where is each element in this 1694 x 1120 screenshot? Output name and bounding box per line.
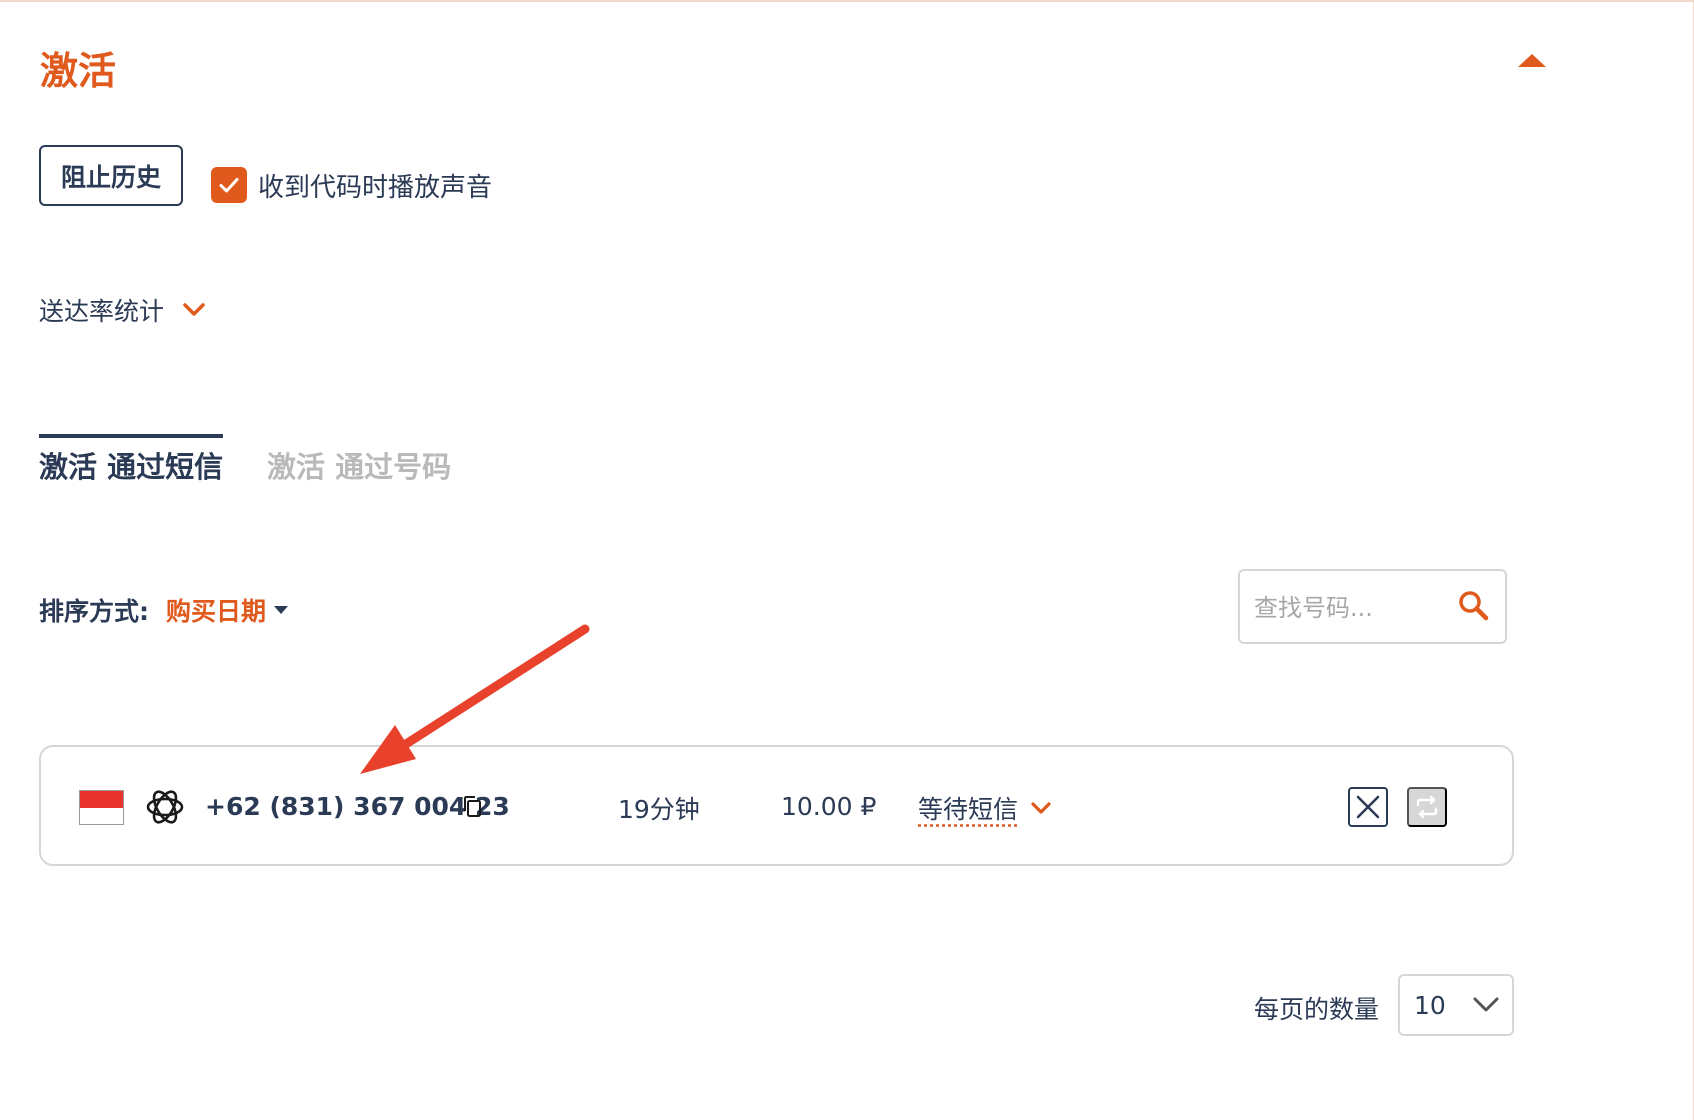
annotation-arrow-icon — [360, 624, 590, 774]
activation-row: +62 (831) 367 004 23 19分钟 10.00 ₽ 等待短信 — [39, 745, 1514, 866]
delivery-stats-label: 送达率统计 — [39, 297, 165, 326]
sort-label: 排序方式: — [39, 597, 149, 626]
openai-icon — [146, 790, 184, 824]
search-icon[interactable] — [1457, 589, 1491, 623]
tab-activation-by-sms[interactable]: 激活 通过短信 — [39, 434, 224, 486]
time-remaining: 19分钟 — [618, 795, 700, 824]
chevron-down-icon — [1031, 802, 1051, 814]
sound-checkbox[interactable] — [211, 167, 247, 203]
copy-icon[interactable] — [462, 795, 484, 819]
checkmark-icon — [219, 178, 239, 193]
price: 10.00 ₽ — [781, 792, 877, 821]
per-page-label: 每页的数量 — [1254, 995, 1380, 1024]
per-page-value: 10 — [1414, 991, 1446, 1020]
indonesia-flag-icon — [79, 790, 124, 825]
sound-checkbox-label: 收到代码时播放声音 — [258, 173, 493, 203]
caret-up-icon[interactable] — [1518, 54, 1546, 67]
activation-panel: 激活 阻止历史 收到代码时播放声音 送达率统计 激活 通过短信 激活 通过号码 … — [0, 0, 1694, 1120]
search-input[interactable] — [1254, 591, 1444, 625]
sort-dropdown[interactable]: 购买日期 — [166, 592, 289, 628]
delivery-stats-toggle[interactable]: 送达率统计 — [39, 292, 206, 328]
tab-activation-by-number[interactable]: 激活 通过号码 — [267, 434, 451, 486]
section-title: 激活 — [40, 49, 117, 93]
block-history-button[interactable]: 阻止历史 — [39, 145, 183, 206]
status-dropdown[interactable]: 等待短信 — [918, 790, 1052, 826]
per-page-select[interactable]: 10 — [1398, 974, 1514, 1036]
close-icon — [1356, 795, 1380, 819]
status-text: 等待短信 — [918, 795, 1019, 824]
search-box — [1238, 569, 1507, 644]
sort-value: 购买日期 — [166, 597, 267, 626]
caret-down-icon — [274, 606, 289, 614]
repeat-icon — [1416, 795, 1438, 819]
cancel-button[interactable] — [1348, 787, 1388, 827]
chevron-down-icon — [1473, 997, 1499, 1012]
repeat-button[interactable] — [1407, 787, 1447, 827]
chevron-down-icon — [183, 303, 205, 316]
